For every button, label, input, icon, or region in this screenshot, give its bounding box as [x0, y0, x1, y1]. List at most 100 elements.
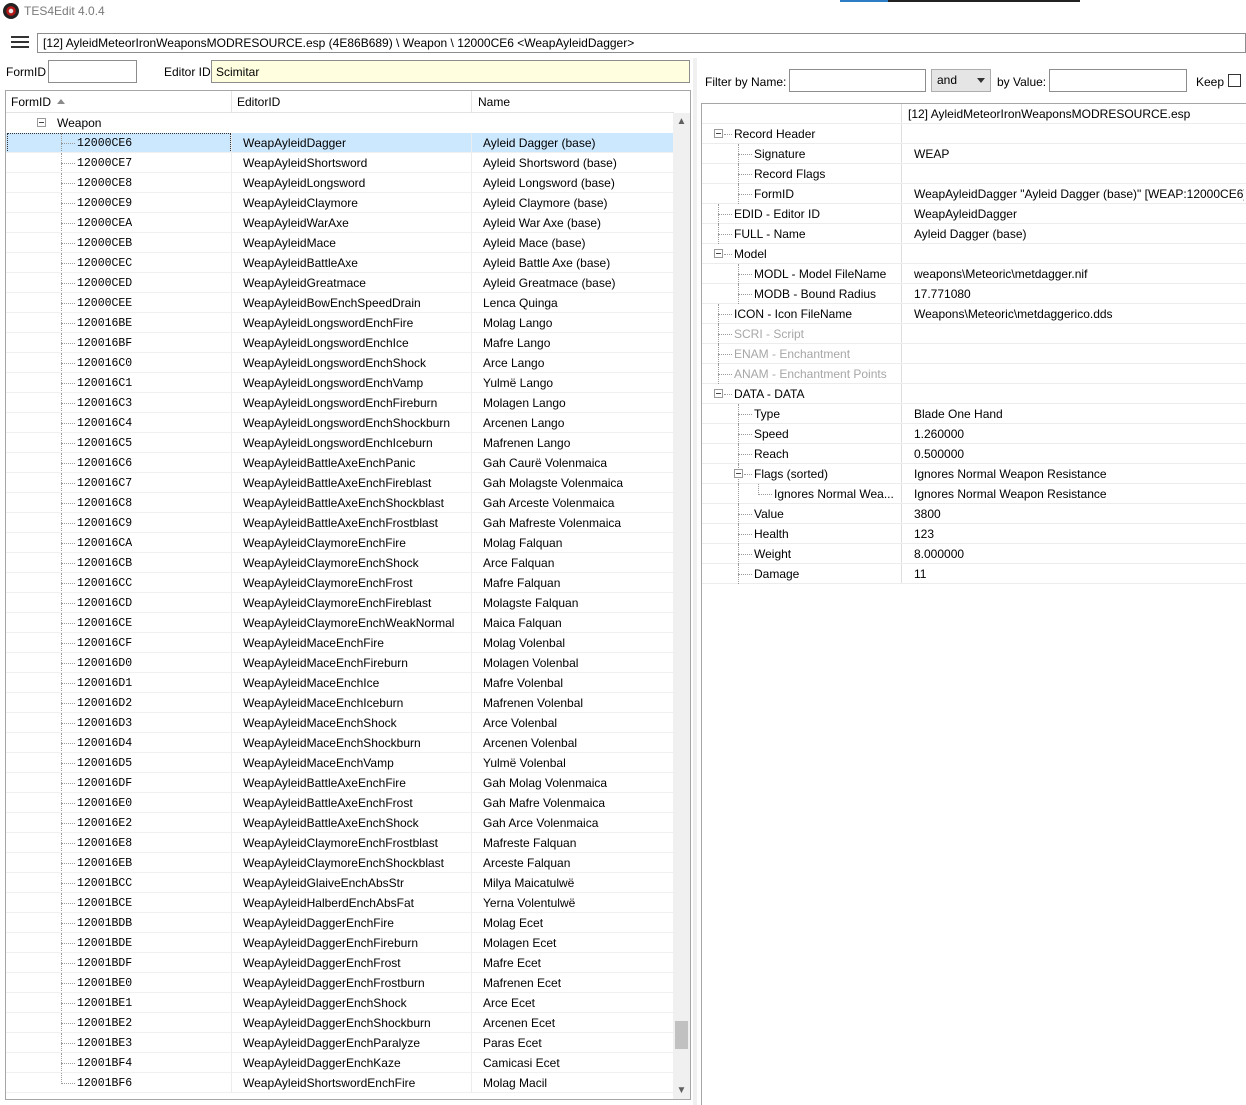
table-row[interactable]: 12001BE1 WeapAyleidDaggerEnchShock Arce Ec… [6, 993, 674, 1013]
table-row[interactable]: 12000CE6 WeapAyleidDagger Ayleid Dagger (b… [6, 133, 674, 153]
collapse-icon[interactable] [734, 469, 743, 478]
table-row[interactable]: 120016E8 WeapAyleidClaymoreEnchFrostblast… [6, 833, 674, 853]
table-row[interactable]: 120016D2 WeapAyleidMaceEnchIceburn Mafrene… [6, 693, 674, 713]
table-row[interactable]: 120016CF WeapAyleidMaceEnchFire Molag Vole… [6, 633, 674, 653]
table-row[interactable]: 120016C1 WeapAyleidLongswordEnchVamp Yulmë… [6, 373, 674, 393]
table-row[interactable]: 12000CEB WeapAyleidMace Ayleid Mace (base) [6, 233, 674, 253]
table-row[interactable]: 120016D3 WeapAyleidMaceEnchShock Arce Vole… [6, 713, 674, 733]
tree-group-weapon[interactable]: Weapon [6, 113, 674, 133]
table-row[interactable]: 12001BCC WeapAyleidGlaiveEnchAbsStr Milya … [6, 873, 674, 893]
formid-cell: 12000CE6 [77, 137, 133, 150]
table-row[interactable]: 12000CE9 WeapAyleidClaymore Ayleid Claymor… [6, 193, 674, 213]
filter-operator-select[interactable]: and [931, 69, 991, 92]
formid-cell: 12000CE7 [77, 157, 133, 170]
record-field-row[interactable]: Health 123 [702, 524, 1246, 544]
editorid-cell: WeapAyleidMaceEnchVamp [243, 756, 394, 770]
column-header-formid[interactable]: FormID [11, 95, 65, 109]
table-row[interactable]: 12001BDE WeapAyleidDaggerEnchFireburn Mola… [6, 933, 674, 953]
table-row[interactable]: 12000CE8 WeapAyleidLongsword Ayleid Longsw… [6, 173, 674, 193]
record-field-row[interactable]: Signature WEAP [702, 144, 1246, 164]
record-field-row[interactable]: Ignores Normal Wea... Ignores Normal Weap… [702, 484, 1246, 504]
record-field-row[interactable]: Weight 8.000000 [702, 544, 1246, 564]
record-field-row[interactable]: Damage 11 [702, 564, 1246, 584]
record-list-scrollbar[interactable]: ▲ ▼ [673, 113, 690, 1099]
record-field-row[interactable]: Speed 1.260000 [702, 424, 1246, 444]
formid-input[interactable] [48, 60, 137, 83]
scroll-up-icon[interactable]: ▲ [673, 113, 690, 130]
record-field-row[interactable]: MODL - Model FileName weapons\Meteoric\me… [702, 264, 1246, 284]
table-row[interactable]: 120016E0 WeapAyleidBattleAxeEnchFrost Gah … [6, 793, 674, 813]
record-field-row[interactable]: Record Flags [702, 164, 1246, 184]
scrollbar-thumb[interactable] [675, 1021, 688, 1049]
table-row[interactable]: 120016D1 WeapAyleidMaceEnchIce Mafre Volen… [6, 673, 674, 693]
table-row[interactable]: 12000CEC WeapAyleidBattleAxe Ayleid Battle… [6, 253, 674, 273]
table-row[interactable]: 120016D4 WeapAyleidMaceEnchShockburn Arcen… [6, 733, 674, 753]
record-field-row[interactable]: Flags (sorted) Ignores Normal Weapon Resi… [702, 464, 1246, 484]
record-field-row[interactable]: SCRI - Script [702, 324, 1246, 344]
column-header-editorid[interactable]: EditorID [237, 95, 280, 109]
table-row[interactable]: 12001BE2 WeapAyleidDaggerEnchShockburn Arc… [6, 1013, 674, 1033]
table-row[interactable]: 120016D5 WeapAyleidMaceEnchVamp Yulmë Vole… [6, 753, 674, 773]
collapse-icon[interactable] [714, 129, 723, 138]
editorid-cell: WeapAyleidLongsword [243, 176, 366, 190]
table-row[interactable]: 120016C6 WeapAyleidBattleAxeEnchPanic Gah … [6, 453, 674, 473]
filter-by-value-input[interactable] [1049, 69, 1187, 92]
table-row[interactable]: 12000CED WeapAyleidGreatmace Ayleid Greatm… [6, 273, 674, 293]
keep-checkbox[interactable] [1228, 74, 1241, 87]
record-field-row[interactable]: FULL - Name Ayleid Dagger (base) [702, 224, 1246, 244]
table-row[interactable]: 120016E2 WeapAyleidBattleAxeEnchShock Gah … [6, 813, 674, 833]
table-row[interactable]: 120016EB WeapAyleidClaymoreEnchShockblast… [6, 853, 674, 873]
table-row[interactable]: 120016CD WeapAyleidClaymoreEnchFireblast M… [6, 593, 674, 613]
table-row[interactable]: 120016CE WeapAyleidClaymoreEnchWeakNormal… [6, 613, 674, 633]
record-field-row[interactable]: ANAM - Enchantment Points [702, 364, 1246, 384]
column-header-name[interactable]: Name [478, 95, 510, 109]
collapse-icon[interactable] [714, 249, 723, 258]
table-row[interactable]: 12000CE7 WeapAyleidShortsword Ayleid Short… [6, 153, 674, 173]
formid-cell: 12001BE2 [77, 1017, 133, 1030]
table-row[interactable]: 120016CA WeapAyleidClaymoreEnchFire Molag … [6, 533, 674, 553]
table-row[interactable]: 120016DF WeapAyleidBattleAxeEnchFire Gah M… [6, 773, 674, 793]
record-field-row[interactable]: Type Blade One Hand [702, 404, 1246, 424]
record-field-row[interactable]: FormID WeapAyleidDagger "Ayleid Dagger (b… [702, 184, 1246, 204]
hamburger-menu-icon[interactable] [9, 36, 31, 50]
record-field-row[interactable]: EDID - Editor ID WeapAyleidDagger [702, 204, 1246, 224]
scroll-down-icon[interactable]: ▼ [673, 1082, 690, 1099]
table-row[interactable]: 120016CB WeapAyleidClaymoreEnchShock Arce … [6, 553, 674, 573]
table-row[interactable]: 12001BDF WeapAyleidDaggerEnchFrost Mafre E… [6, 953, 674, 973]
formid-cell: 12000CEC [77, 257, 133, 270]
record-field-row[interactable]: MODB - Bound Radius 17.771080 [702, 284, 1246, 304]
table-row[interactable]: 120016C9 WeapAyleidBattleAxeEnchFrostblas… [6, 513, 674, 533]
table-row[interactable]: 12001BF4 WeapAyleidDaggerEnchKaze Camicasi… [6, 1053, 674, 1073]
table-row[interactable]: 120016BF WeapAyleidLongswordEnchIce Mafre … [6, 333, 674, 353]
table-row[interactable]: 12001BE0 WeapAyleidDaggerEnchFrostburn Maf… [6, 973, 674, 993]
table-row[interactable]: 12000CEA WeapAyleidWarAxe Ayleid War Axe (… [6, 213, 674, 233]
table-row[interactable]: 120016C8 WeapAyleidBattleAxeEnchShockblas… [6, 493, 674, 513]
record-path-field[interactable]: [12] AyleidMeteorIronWeaponsMODRESOURCE.… [37, 33, 1246, 53]
record-field-row[interactable]: Record Header [702, 124, 1246, 144]
record-field-row[interactable]: ICON - Icon FileName Weapons\Meteoric\met… [702, 304, 1246, 324]
table-row[interactable]: 120016BE WeapAyleidLongswordEnchFire Molag… [6, 313, 674, 333]
editorid-input[interactable] [211, 60, 690, 83]
table-row[interactable]: 12001BE3 WeapAyleidDaggerEnchParalyze Para… [6, 1033, 674, 1053]
table-row[interactable]: 12001BF6 WeapAyleidShortswordEnchFire Mola… [6, 1073, 674, 1093]
record-field-row[interactable]: Value 3800 [702, 504, 1246, 524]
table-row[interactable]: 12000CEE WeapAyleidBowEnchSpeedDrain Lenca… [6, 293, 674, 313]
collapse-icon[interactable] [714, 389, 723, 398]
record-field-row[interactable]: Reach 0.500000 [702, 444, 1246, 464]
table-row[interactable]: 12001BDB WeapAyleidDaggerEnchFire Molag Ec… [6, 913, 674, 933]
table-row[interactable]: 120016C0 WeapAyleidLongswordEnchShock Arce… [6, 353, 674, 373]
table-row[interactable]: 12001BCE WeapAyleidHalberdEnchAbsFat Yerna… [6, 893, 674, 913]
record-field-row[interactable]: Model [702, 244, 1246, 264]
table-row[interactable]: 120016C5 WeapAyleidLongswordEnchIceburn Ma… [6, 433, 674, 453]
table-row[interactable]: 120016C4 WeapAyleidLongswordEnchShockburn… [6, 413, 674, 433]
collapse-icon[interactable] [37, 118, 46, 127]
table-row[interactable]: 120016CC WeapAyleidClaymoreEnchFrost Mafre… [6, 573, 674, 593]
table-row[interactable]: 120016D0 WeapAyleidMaceEnchFireburn Molage… [6, 653, 674, 673]
record-field-row[interactable]: DATA - DATA [702, 384, 1246, 404]
panel-splitter[interactable] [693, 58, 697, 1105]
table-row[interactable]: 120016C3 WeapAyleidLongswordEnchFireburn M… [6, 393, 674, 413]
field-value: weapons\Meteoric\metdagger.nif [914, 267, 1088, 281]
record-field-row[interactable]: ENAM - Enchantment [702, 344, 1246, 364]
table-row[interactable]: 120016C7 WeapAyleidBattleAxeEnchFireblast… [6, 473, 674, 493]
filter-by-name-input[interactable] [789, 69, 926, 92]
